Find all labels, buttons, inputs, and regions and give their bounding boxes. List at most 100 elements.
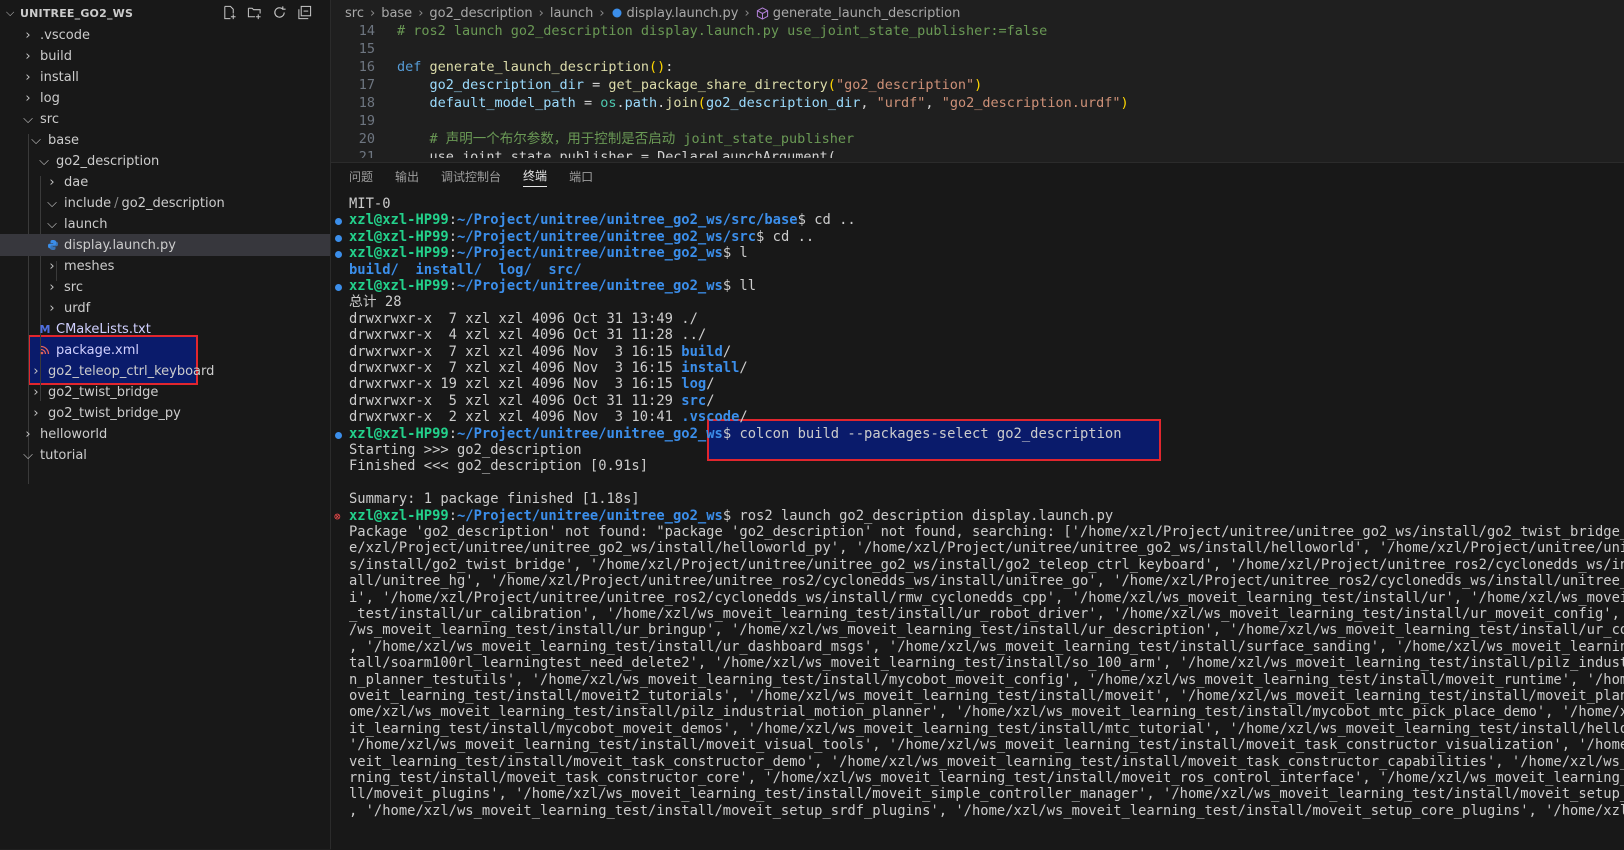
tree-item-build[interactable]: › build xyxy=(0,45,330,67)
tree-item-tutorial[interactable]: ⌵ tutorial xyxy=(0,444,330,466)
tree-item-vscode[interactable]: › .vscode xyxy=(0,24,330,46)
tree-item-base[interactable]: ⌵ base xyxy=(0,129,330,151)
tree-item-go2-twist-bridge-py[interactable]: › go2_twist_bridge_py xyxy=(0,402,330,424)
terminal-line: Finished <<< go2_description [0.91s] xyxy=(349,458,649,475)
terminal-line: xzl@xzl-HP99:~/Project/unitree/unitree_g… xyxy=(335,245,1624,262)
chevron-right-icon: › xyxy=(25,27,31,43)
tree-item-install[interactable]: › install xyxy=(0,66,330,88)
chevron-right-icon: › xyxy=(25,90,31,106)
tab-debug-console[interactable]: 调试控制台 xyxy=(441,168,501,187)
terminal-error-line: rning_test/install/moveit_task_construct… xyxy=(349,770,1624,786)
chevron-right-icon: › xyxy=(33,363,39,379)
terminal-line: Starting >>> go2_description xyxy=(349,442,582,458)
terminal-line: drwxrwxr-x 2 xzl xzl 4096 Nov 3 10:41 .v… xyxy=(349,409,748,426)
terminal-error-line: s/install/go2_twist_bridge', '/home/xzl/… xyxy=(349,556,1624,573)
chevron-down-icon: ⌵ xyxy=(47,195,57,211)
error-circle-icon: ⊗ xyxy=(334,509,341,523)
code-line: 16 def generate_launch_description(): xyxy=(358,59,674,75)
chevron-right-icon: › xyxy=(49,258,55,274)
terminal-error-line: i', '/home/xzl/Project/unitree/unitree_r… xyxy=(349,589,1624,606)
tab-ports[interactable]: 端口 xyxy=(569,168,593,187)
tree-item-go2-twist-bridge[interactable]: › go2_twist_bridge xyxy=(0,381,330,403)
collapse-all-icon[interactable] xyxy=(296,4,312,20)
tree-item-package-xml[interactable]: package.xml xyxy=(0,339,330,361)
code-line: 21 use_joint_state_publisher = DeclareLa… xyxy=(358,149,836,158)
breadcrumb-item[interactable]: launch xyxy=(550,6,593,21)
terminal-error-line: ll/moveit_plugins', '/home/xzl/ws_moveit… xyxy=(349,786,1624,803)
terminal-line: drwxrwxr-x 4 xzl xzl 4096 Oct 31 11:28 .… xyxy=(349,327,707,344)
breadcrumb-item[interactable]: src xyxy=(345,6,364,21)
terminal-line: build/ install/ log/ src/ xyxy=(349,261,582,278)
tab-problems[interactable]: 问题 xyxy=(349,168,373,187)
tree-item-dae[interactable]: › dae xyxy=(0,171,330,193)
chevron-right-icon: › xyxy=(49,279,55,295)
success-dot-icon xyxy=(335,284,342,291)
rss-xml-file-icon xyxy=(38,345,52,355)
tree-item-cmakelists[interactable]: M CMakeLists.txt xyxy=(0,318,330,340)
terminal-error-line: /ws_moveit_learning_test/install/ur_brin… xyxy=(349,622,1624,639)
terminal-error-line: it_learning_test/install/mycobot_moveit_… xyxy=(349,720,1624,737)
chevron-right-icon: › xyxy=(369,5,376,21)
workspace-title: UNITREE_GO2_WS xyxy=(20,6,134,20)
chevron-down-icon[interactable]: ⌵ xyxy=(6,6,20,20)
tree-item-display-launch-py[interactable]: display.launch.py xyxy=(0,234,330,256)
terminal-error-line: all/unitree_hg', '/home/xzl/Project/unit… xyxy=(349,573,1624,590)
tree-item-log[interactable]: › log xyxy=(0,87,330,109)
tree-item-launch[interactable]: ⌵ launch xyxy=(0,213,330,235)
refresh-icon[interactable] xyxy=(271,4,287,20)
breadcrumb-item[interactable]: go2_description xyxy=(429,6,532,21)
terminal-error-line: e/xzl/Project/unitree/unitree_go2_ws/ins… xyxy=(349,540,1624,557)
terminal-error-line: , '/home/xzl/ws_moveit_learning_test/ins… xyxy=(349,802,1624,819)
success-dot-icon xyxy=(335,218,342,226)
terminal-error-line: n_planner_testutils', '/home/xzl/ws_move… xyxy=(349,671,1624,688)
tree-item-go2-teleop[interactable]: › go2_teleop_ctrl_keyboard xyxy=(0,360,330,382)
terminal-error-line: '/home/xzl/ws_moveit_learning_test/insta… xyxy=(349,737,1624,754)
breadcrumb-item[interactable]: base xyxy=(381,6,412,21)
terminal-line: xzl@xzl-HP99:~/Project/unitree/unitree_g… xyxy=(335,425,1624,443)
tree-item-include[interactable]: ⌵ include / go2_description xyxy=(0,192,330,214)
tree-item-helloworld[interactable]: › helloworld xyxy=(0,423,330,445)
cmake-file-icon: M xyxy=(39,322,51,336)
tree-item-meshes[interactable]: › meshes xyxy=(0,255,330,277)
chevron-right-icon: › xyxy=(33,384,39,400)
terminal-line: drwxrwxr-x 19 xzl xzl 4096 Nov 3 16:15 l… xyxy=(349,376,715,393)
breadcrumb-item[interactable]: generate_launch_description xyxy=(773,6,961,21)
terminal-line: ⊗ xzl@xzl-HP99:~/Project/unitree/unitree_… xyxy=(334,507,1114,524)
explorer-sidebar: ⌵ UNITREE_GO2_WS › .vscode › build › ins… xyxy=(0,0,331,849)
chevron-down-icon: ⌵ xyxy=(31,132,41,148)
chevron-down-icon: ⌵ xyxy=(39,153,49,169)
terminal-error-line: , '/home/xzl/ws_moveit_learning_test/ins… xyxy=(349,638,1624,655)
explorer-actions xyxy=(221,4,312,20)
tree-item-go2-description[interactable]: ⌵ go2_description xyxy=(0,150,330,172)
code-line: 15 xyxy=(358,41,375,57)
success-dot-icon xyxy=(335,234,342,242)
explorer-header[interactable]: ⌵ UNITREE_GO2_WS xyxy=(0,0,330,26)
terminal-line: drwxrwxr-x 7 xzl xzl 4096 Nov 3 16:15 in… xyxy=(349,360,748,376)
chevron-right-icon: › xyxy=(49,174,55,190)
code-line: 18 default_model_path = os.path.join(go2… xyxy=(358,95,1129,111)
bottom-panel: 问题 输出 调试控制台 终端 端口 MIT-0 xzl@xzl-HP99:~/P… xyxy=(331,162,1624,850)
terminal-line: 总计 28 xyxy=(349,294,402,311)
tree-item-urdf[interactable]: › urdf xyxy=(0,297,330,319)
python-file-icon xyxy=(46,239,60,251)
breadcrumb-item[interactable]: display.launch.py xyxy=(627,6,739,21)
tree-item-src-inner[interactable]: › src xyxy=(0,276,330,298)
terminal-line: Summary: 1 package finished [1.18s] xyxy=(349,491,640,508)
chevron-right-icon: › xyxy=(33,405,39,421)
new-file-icon[interactable] xyxy=(221,4,237,20)
terminal-line: xzl@xzl-HP99:~/Project/unitree/unitree_g… xyxy=(335,212,1624,229)
terminal-line: xzl@xzl-HP99:~/Project/unitree/unitree_g… xyxy=(335,278,1624,295)
tree-item-src[interactable]: ⌵ src xyxy=(0,108,330,130)
chevron-down-icon: ⌵ xyxy=(23,111,33,127)
tab-output[interactable]: 输出 xyxy=(395,168,419,187)
code-editor[interactable]: src › base › go2_description › launch › disp… xyxy=(331,0,1624,162)
code-line: 17 go2_description_dir = get_package_sha… xyxy=(358,77,983,93)
success-dot-icon xyxy=(335,431,342,439)
new-folder-icon[interactable] xyxy=(246,4,262,20)
terminal-error-line: tall/soarm100rl_learningtest_need_delete… xyxy=(349,655,1624,672)
tab-terminal[interactable]: 终端 xyxy=(523,167,548,187)
chevron-right-icon: › xyxy=(599,5,605,21)
terminal-error-line: oveit_learning_test/install/moveit2_tuto… xyxy=(349,688,1624,704)
chevron-right-icon: › xyxy=(25,48,31,64)
colcon-command: colcon build --packages-select go2_descr… xyxy=(739,425,1122,442)
